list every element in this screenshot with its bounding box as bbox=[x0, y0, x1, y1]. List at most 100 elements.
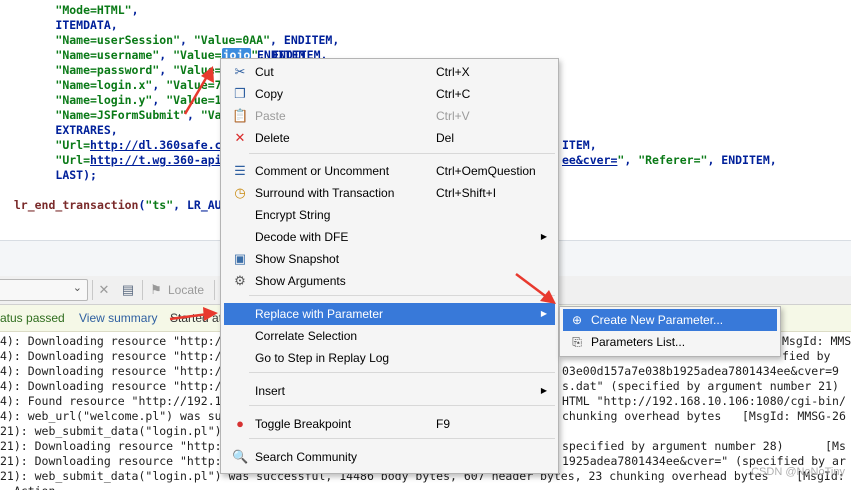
view-summary-link[interactable]: View summary bbox=[79, 305, 157, 331]
log-line-tail[interactable]: s.dat" (specified by argument number 21) bbox=[562, 379, 839, 394]
replace-with-parameter-submenu: ⊕ Create New Parameter... ⎘ Parameters List… bbox=[559, 306, 781, 357]
code-line[interactable]: "Name=userSession", "Value=0AA", ENDITEM… bbox=[0, 33, 339, 48]
delete-x-icon: ✕ bbox=[234, 130, 246, 145]
submenu-item-parameters-list[interactable]: ⎘ Parameters List... bbox=[563, 331, 777, 353]
code-line[interactable]: "Name=JSFormSubmit", "Valu bbox=[0, 108, 235, 123]
code-line[interactable]: LAST); bbox=[0, 168, 97, 183]
menu-item-comment-or-uncomment[interactable]: ☰ Comment or Uncomment Ctrl+OemQuestion bbox=[224, 160, 555, 182]
code-token: ); bbox=[83, 168, 97, 182]
code-token[interactable]: http://dl.360safe.com bbox=[90, 138, 235, 152]
log-line-tail[interactable]: MsgId: MMS bbox=[782, 334, 851, 349]
menu-item-label: Encrypt String bbox=[255, 208, 331, 222]
locate-button[interactable]: Locate bbox=[168, 283, 204, 297]
breakpoint-icon: ● bbox=[236, 416, 244, 431]
menu-item-shortcut: F9 bbox=[436, 417, 451, 431]
menu-item-delete[interactable]: ✕ Delete Del bbox=[224, 127, 555, 149]
submenu-item-create-new-parameter[interactable]: ⊕ Create New Parameter... bbox=[563, 309, 777, 331]
view-icon[interactable]: ▤ bbox=[120, 282, 136, 298]
chevron-down-icon[interactable]: ⌄ bbox=[73, 281, 82, 294]
code-line-tail[interactable]: ITEM, bbox=[562, 138, 597, 153]
chevron-right-icon: ▶ bbox=[540, 309, 547, 318]
scissors-icon: ✂ bbox=[234, 64, 246, 79]
menu-item-search-community[interactable]: 🔍 Search Community bbox=[224, 446, 555, 468]
code-line[interactable]: "Url=http://dl.360safe.com bbox=[0, 138, 235, 153]
menu-item-label: Go to Step in Replay Log bbox=[255, 351, 390, 365]
menu-item-label: Surround with Transaction bbox=[255, 186, 395, 200]
snapshot-icon: ▣ bbox=[233, 251, 247, 266]
menu-item-shortcut: Del bbox=[436, 131, 455, 145]
code-token: "Referer=" bbox=[638, 153, 708, 167]
code-token: , bbox=[131, 3, 139, 17]
code-token: , ENDITEM, bbox=[707, 153, 777, 167]
code-token: "Name=JSFormSubmit" bbox=[55, 108, 187, 122]
code-line[interactable]: "Name=login.y", "Value=14" bbox=[0, 93, 235, 108]
menu-item-go-to-step-in-replay-log[interactable]: Go to Step in Replay Log bbox=[224, 347, 555, 369]
menu-item-cut[interactable]: ✂ Cut Ctrl+X bbox=[224, 61, 555, 83]
code-line[interactable]: "Name=password", "Value=bea bbox=[0, 63, 242, 78]
menu-item-surround-with-transaction[interactable]: ◷ Surround with Transaction Ctrl+Shift+I bbox=[224, 182, 555, 204]
code-line[interactable]: "Name=login.x", "Value=78" bbox=[0, 78, 235, 93]
code-line[interactable]: "Mode=HTML", bbox=[0, 3, 139, 18]
menu-item-show-snapshot[interactable]: ▣ Show Snapshot bbox=[224, 248, 555, 270]
log-line-tail[interactable]: chunking overhead bytes [MsgId: MMSG-26 bbox=[562, 409, 846, 424]
menu-separator bbox=[249, 372, 555, 373]
log-line[interactable]: 21): Downloading resource "http: bbox=[0, 439, 222, 454]
code-token: , bbox=[624, 153, 639, 167]
log-line-tail[interactable]: specified by argument number 28) [Ms bbox=[562, 439, 846, 454]
log-line[interactable]: 4): Downloading resource "http:/ bbox=[0, 334, 222, 349]
menu-item-decode-with-dfe[interactable]: Decode with DFE ▶ bbox=[224, 226, 555, 248]
menu-item-label: Search Community bbox=[255, 450, 358, 464]
menu-item-toggle-breakpoint[interactable]: ● Toggle Breakpoint F9 bbox=[224, 413, 555, 435]
code-token: "Mode=HTML" bbox=[55, 3, 132, 17]
paste-icon: 📋 bbox=[232, 108, 249, 123]
log-line[interactable]: 4): Found resource "http://192.16 bbox=[0, 394, 228, 409]
context-menu: ✂ Cut Ctrl+X ❐ Copy Ctrl+C 📋 Paste Ctrl+V ✕ Delete… bbox=[220, 58, 559, 474]
log-line[interactable]: 4): Downloading resource "http:/ bbox=[0, 349, 222, 364]
code-line-tail[interactable]: ee&cver=", "Referer=", ENDITEM, bbox=[562, 153, 777, 168]
menu-item-label: Show Arguments bbox=[255, 274, 346, 288]
menu-item-correlate-selection[interactable]: Correlate Selection bbox=[224, 325, 555, 347]
menu-item-show-arguments[interactable]: ⚙ Show Arguments bbox=[224, 270, 555, 292]
code-token: , bbox=[152, 78, 167, 92]
menu-item-shortcut: Ctrl+X bbox=[436, 65, 470, 79]
menu-item-encrypt-string[interactable]: Encrypt String bbox=[224, 204, 555, 226]
toolbar-separator bbox=[142, 280, 143, 300]
toolbar-separator bbox=[214, 280, 215, 300]
menu-item-insert[interactable]: Insert ▶ bbox=[224, 380, 555, 402]
log-line[interactable]: 4): web_url("welcome.pl") was suc bbox=[0, 409, 228, 424]
filter-combo[interactable]: ⌄ bbox=[0, 279, 88, 301]
log-line[interactable]: 21): Downloading resource "http: bbox=[0, 454, 222, 469]
code-token: , bbox=[110, 123, 118, 137]
log-line[interactable]: 4): Downloading resource "http:/ bbox=[0, 364, 222, 379]
code-token[interactable]: ee&cver= bbox=[562, 153, 617, 167]
code-token: lr_end_transaction bbox=[13, 198, 139, 212]
code-line[interactable]: ITEMDATA, bbox=[0, 18, 118, 33]
code-line[interactable]: "Url=http://t.wg.360-api.cr bbox=[0, 153, 242, 168]
menu-item-copy[interactable]: ❐ Copy Ctrl+C bbox=[224, 83, 555, 105]
menu-item-label: Delete bbox=[255, 131, 290, 145]
create-parameter-icon: ⊕ bbox=[571, 313, 583, 327]
code-token: , LR_AU bbox=[173, 198, 222, 212]
log-line[interactable]: 21): web_submit_data("login.pl") bbox=[0, 424, 222, 439]
log-line-tail[interactable]: fied by bbox=[782, 349, 830, 364]
toolbar-separator bbox=[92, 280, 93, 300]
close-icon[interactable]: ✕ bbox=[96, 282, 112, 298]
comment-lines-icon: ☰ bbox=[234, 163, 246, 178]
code-token: , bbox=[110, 18, 118, 32]
code-token: LAST bbox=[55, 168, 84, 182]
code-line[interactable]: EXTRARES, bbox=[0, 123, 118, 138]
log-line-tail[interactable]: HTML "http://192.168.10.106:1080/cgi-bin… bbox=[562, 394, 846, 409]
code-line[interactable]: lr_end_transaction("ts", LR_AU bbox=[0, 198, 222, 213]
log-line-tail[interactable]: 03e00d157a7e038b1925adea7801434ee&cver=9 bbox=[562, 364, 839, 379]
locate-icon[interactable]: ⚑ bbox=[148, 282, 164, 298]
log-line[interactable]: 4): Downloading resource "http:/ bbox=[0, 379, 222, 394]
menu-item-replace-with-parameter[interactable]: Replace with Parameter ▶ bbox=[224, 303, 555, 325]
log-line[interactable]: Action bbox=[0, 484, 56, 490]
